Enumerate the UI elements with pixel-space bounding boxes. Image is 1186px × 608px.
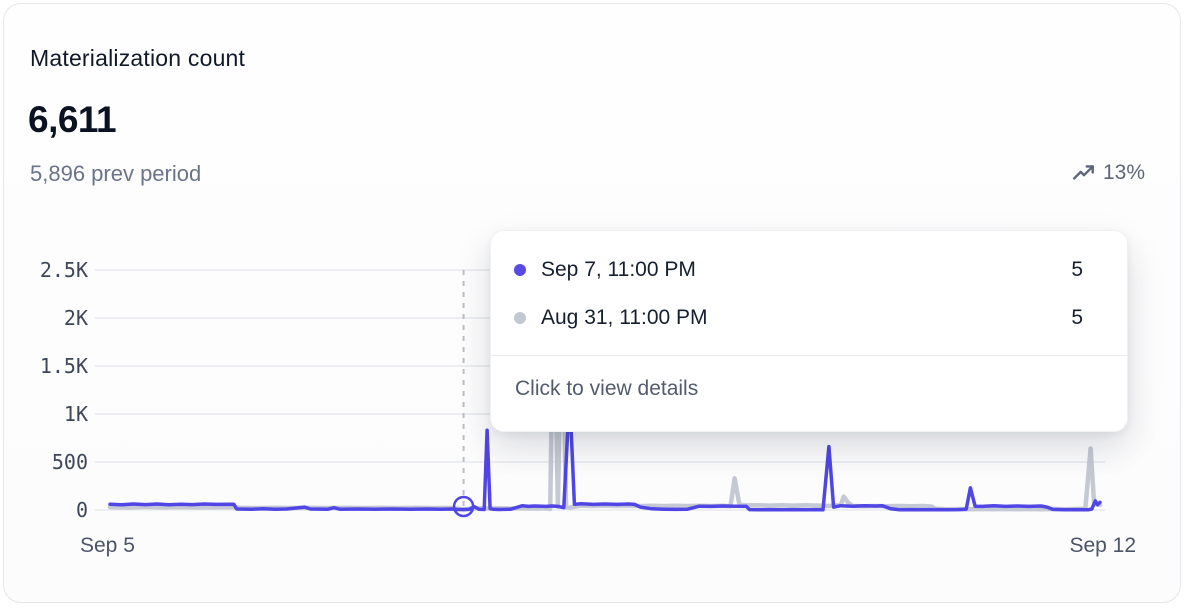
tooltip-current-value: 5 xyxy=(1071,258,1083,282)
y-tick-0: 0 xyxy=(10,498,88,522)
y-tick-2500: 2.5K xyxy=(10,258,88,282)
x-tick-sep5: Sep 5 xyxy=(80,534,135,558)
current-series-dot-icon xyxy=(514,264,526,276)
y-tick-500: 500 xyxy=(10,450,88,474)
previous-series-dot-icon xyxy=(514,312,526,324)
y-tick-1000: 1K xyxy=(10,402,88,426)
tooltip-previous-value: 5 xyxy=(1071,306,1083,330)
tooltip-current-label: Sep 7, 11:00 PM xyxy=(541,258,696,282)
y-tick-1500: 1.5K xyxy=(10,354,88,378)
prev-period-value: 5,896 prev period xyxy=(30,161,201,187)
x-tick-sep12: Sep 12 xyxy=(1069,534,1136,558)
trending-up-icon xyxy=(1072,163,1096,183)
y-tick-2000: 2K xyxy=(10,306,88,330)
trend-percentage: 13% xyxy=(1103,161,1145,185)
tooltip-row-current: Sep 7, 11:00 PM 5 xyxy=(491,246,1127,294)
chart-tooltip[interactable]: Sep 7, 11:00 PM 5 Aug 31, 11:00 PM 5 Cli… xyxy=(490,230,1128,432)
tooltip-previous-label: Aug 31, 11:00 PM xyxy=(541,306,708,330)
metric-value: 6,611 xyxy=(28,99,116,141)
tooltip-footer-hint: Click to view details xyxy=(491,356,1127,401)
metric-card-screen: Materialization count 6,611 5,896 prev p… xyxy=(0,0,1186,608)
trend-indicator: 13% xyxy=(1072,161,1145,185)
tooltip-row-previous: Aug 31, 11:00 PM 5 xyxy=(491,294,1127,342)
page-title: Materialization count xyxy=(30,45,245,72)
